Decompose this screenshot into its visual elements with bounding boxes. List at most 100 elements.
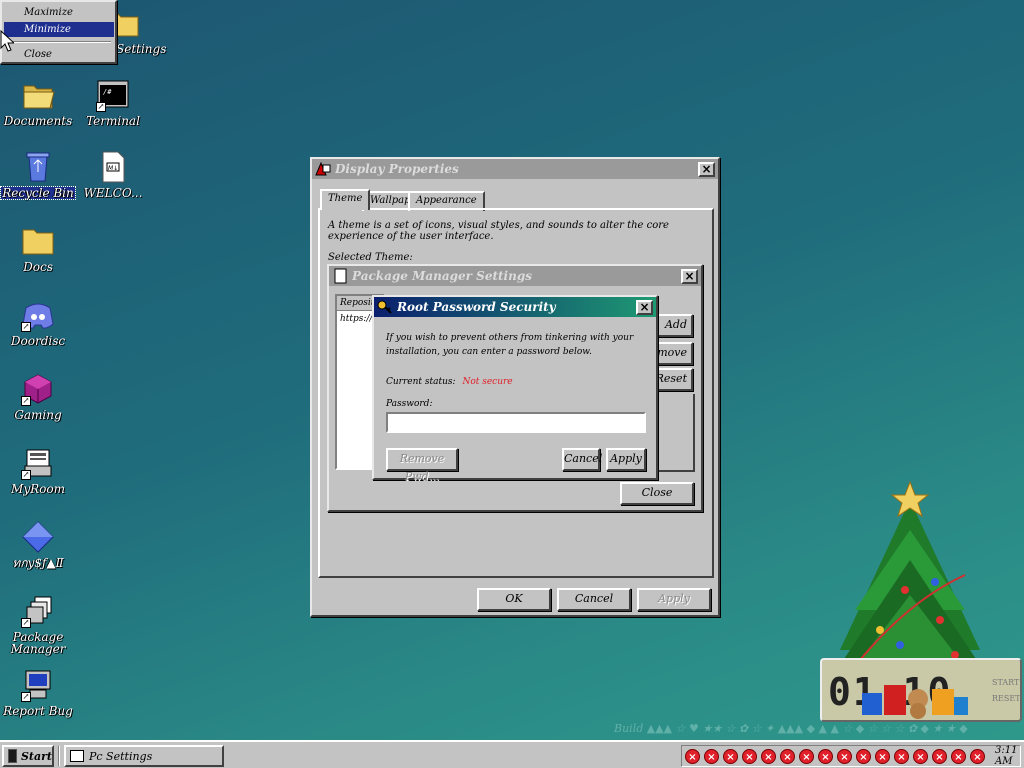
cancel-button[interactable]: Cancel — [562, 448, 602, 471]
system-tray: × × × × × × × × × × × × × × × × 3:11 AM — [681, 745, 1021, 767]
folder-open-icon — [21, 78, 55, 112]
start-logo-icon — [8, 749, 17, 763]
error-icon[interactable]: × — [799, 748, 814, 764]
desktop-icon-documents[interactable]: Documents — [1, 78, 75, 127]
security-key-icon — [377, 299, 393, 315]
error-icon[interactable]: × — [970, 748, 985, 764]
root-password-dialog: Root Password Security × If you wish to … — [372, 295, 658, 483]
desktop-icon-myroom[interactable]: ↗ MyRoom — [1, 446, 75, 495]
taskbar-task-pc-settings[interactable]: Pc Settings — [64, 745, 224, 767]
taskbar: Start Pc Settings × × × × × × × × × × × × × × × × 3:11 … — [0, 740, 1024, 768]
shortcut-arrow-icon: ↗ — [21, 396, 31, 406]
selected-theme-label: Selected Theme: — [328, 252, 413, 263]
desktop-icon-doordisc[interactable]: ↗ Doordisc — [1, 298, 75, 347]
menu-item-close[interactable]: Close — [4, 47, 114, 62]
menu-divider — [6, 41, 111, 43]
pc-settings-icon — [70, 750, 84, 762]
error-icon[interactable]: × — [932, 748, 947, 764]
remove-password-button[interactable]: Remove Pwd... — [386, 448, 458, 483]
desktop-icon-report-bug[interactable]: ↗ Report Bug — [1, 668, 75, 717]
desktop-icon-label: Recycle Bin — [0, 186, 76, 200]
menu-item-maximize-restore[interactable]: Maximize Restore — [4, 5, 114, 33]
gaming-cube-icon: ↗ — [21, 372, 55, 406]
myroom-icon: ↗ — [21, 446, 55, 480]
folder-icon — [21, 224, 55, 258]
desktop-icon-label: ทกy$ƒ▲Ⅱ — [12, 556, 64, 570]
error-icon[interactable]: × — [780, 748, 795, 764]
error-icon[interactable]: × — [818, 748, 833, 764]
title-bar[interactable]: Display Properties × — [312, 159, 718, 179]
markdown-file-icon: M↓ — [96, 150, 130, 184]
desktop-icon-label: Doordisc — [10, 334, 66, 348]
status-row: Current status: Not secure — [386, 377, 513, 387]
desktop-icon-gaming[interactable]: ↗ Gaming — [1, 372, 75, 421]
tab-theme[interactable]: Theme — [320, 189, 371, 210]
apply-button[interactable]: Apply — [637, 588, 711, 611]
password-description: If you wish to prevent others from tinke… — [386, 333, 634, 357]
start-label: Start — [20, 749, 52, 763]
tray-clock[interactable]: 3:11 AM — [995, 745, 1020, 767]
error-icon[interactable]: × — [837, 748, 852, 764]
desktop-icon-terminal[interactable]: /# ↗ Terminal — [76, 78, 150, 127]
window-context-menu: Maximize Restore Minimize Close — [0, 0, 117, 64]
shortcut-arrow-icon: ↗ — [21, 692, 31, 702]
report-bug-icon: ↗ — [21, 668, 55, 702]
error-icon[interactable]: × — [685, 748, 700, 764]
build-watermark: Build ▲▲▲ ☆ ♥ ★★ ☆ ✿ ☆ ✦ ▲▲▲ ◆ ▲ ▲ ☆ ◆ ☆… — [614, 722, 968, 735]
close-button[interactable]: × — [636, 299, 653, 315]
theme-description: A theme is a set of icons, visual styles… — [328, 220, 669, 242]
ok-button[interactable]: OK — [477, 588, 551, 611]
cancel-button[interactable]: Cancel — [557, 588, 631, 611]
window-title: Package Manager Settings — [352, 269, 532, 283]
desktop-icon-label: WELCO... — [83, 186, 143, 200]
close-button[interactable]: × — [698, 161, 715, 177]
widget-reset-label[interactable]: RESET — [992, 694, 1021, 703]
tray-error-icons: × × × × × × × × × × × × × × × × — [685, 748, 989, 764]
shortcut-arrow-icon: ↗ — [21, 470, 31, 480]
desktop-icon-welcome[interactable]: M↓ WELCO... — [76, 150, 150, 199]
desktop-icon-label: Report Bug — [3, 704, 73, 718]
task-label: Pc Settings — [89, 749, 153, 763]
desktop-icon-label: Gaming — [14, 408, 62, 422]
gift-boxes-icon — [862, 685, 968, 719]
error-icon[interactable]: × — [761, 748, 776, 764]
mouse-cursor-icon — [0, 29, 16, 55]
christmas-tree-widget[interactable]: 01:10 START RESET — [800, 480, 1024, 740]
taskbar-separator — [58, 746, 60, 766]
shortcut-arrow-icon: ↗ — [21, 618, 31, 628]
start-button[interactable]: Start — [2, 745, 54, 767]
window-title: Root Password Security — [397, 300, 556, 314]
title-bar[interactable]: Package Manager Settings × — [329, 266, 701, 286]
menu-item-minimize[interactable]: Minimize — [4, 22, 114, 37]
window-title: Display Properties — [335, 162, 459, 176]
desktop-icon-docs[interactable]: Docs — [1, 224, 75, 273]
status-label: Current status: — [386, 377, 456, 387]
error-icon[interactable]: × — [723, 748, 738, 764]
desktop-icon-recycle-bin[interactable]: Recycle Bin — [0, 150, 76, 200]
error-icon[interactable]: × — [742, 748, 757, 764]
apply-button[interactable]: Apply — [606, 448, 646, 471]
desktop-icon-diamond[interactable]: ทกy$ƒ▲Ⅱ — [1, 520, 75, 569]
svg-text:/#: /# — [103, 88, 112, 96]
password-label: Password: — [386, 399, 433, 409]
error-icon[interactable]: × — [704, 748, 719, 764]
desktop-icon-package-manager[interactable]: ↗ Package Manager — [1, 594, 75, 655]
desktop-icon-label: Documents — [3, 114, 73, 128]
desktop-icon-label: Docs — [23, 260, 53, 274]
discord-icon: ↗ — [21, 298, 55, 332]
title-bar[interactable]: Root Password Security × — [374, 297, 656, 317]
diamond-icon — [21, 520, 55, 554]
error-icon[interactable]: × — [875, 748, 890, 764]
recycle-bin-icon — [21, 150, 55, 184]
error-icon[interactable]: × — [894, 748, 909, 764]
desktop-icon-label: Package Manager — [10, 630, 66, 656]
close-button[interactable]: × — [681, 268, 698, 284]
shortcut-arrow-icon: ↗ — [21, 322, 31, 332]
error-icon[interactable]: × — [951, 748, 966, 764]
desktop-icon-label: Terminal — [86, 114, 140, 128]
error-icon[interactable]: × — [913, 748, 928, 764]
password-input[interactable] — [386, 412, 646, 433]
close-button[interactable]: Close — [620, 482, 694, 505]
widget-start-label[interactable]: START — [992, 678, 1019, 687]
error-icon[interactable]: × — [856, 748, 871, 764]
